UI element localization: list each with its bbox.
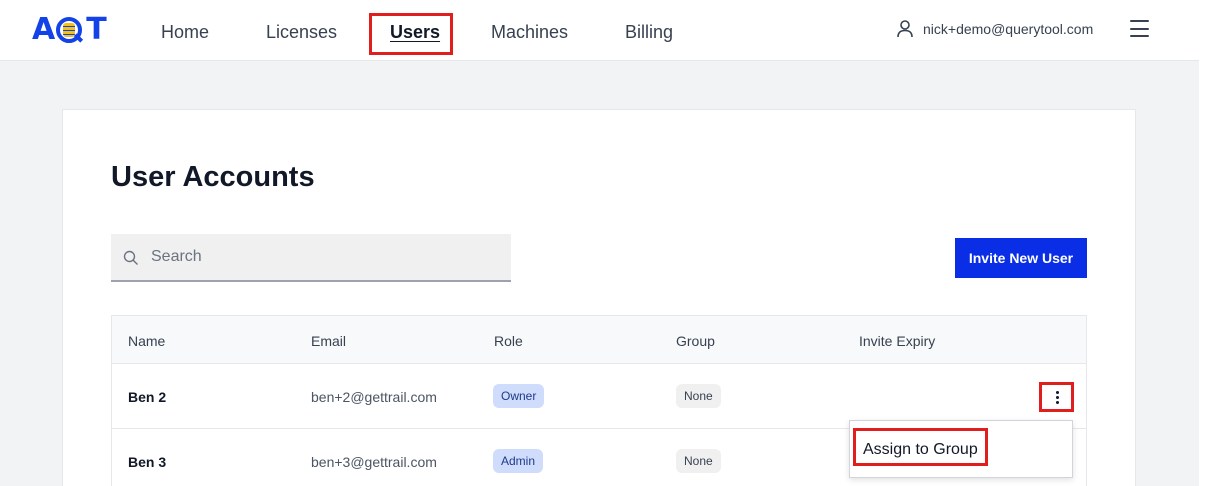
user-icon <box>897 20 913 38</box>
kebab-button-highlight <box>1039 382 1074 412</box>
logo-letter-t: T <box>86 12 106 47</box>
nav-link-machines[interactable]: Machines <box>491 22 568 43</box>
aqt-logo[interactable]: A T <box>32 12 107 47</box>
nav-link-home[interactable]: Home <box>161 22 209 43</box>
role-badge: Owner <box>493 384 545 408</box>
logo-database-icon <box>55 14 85 46</box>
invite-new-user-button[interactable]: Invite New User <box>955 238 1087 278</box>
user-email: ben+3@gettrail.com <box>311 454 437 470</box>
column-header-role[interactable]: Role <box>494 333 523 349</box>
nav-link-licenses[interactable]: Licenses <box>266 22 337 43</box>
role-badge: Admin <box>493 449 544 473</box>
current-user-email[interactable]: nick+demo@querytool.com <box>923 21 1093 37</box>
nav-link-billing[interactable]: Billing <box>625 22 673 43</box>
user-name: Ben 2 <box>128 389 167 405</box>
user-name: Ben 3 <box>128 454 167 470</box>
page-title: User Accounts <box>111 161 315 193</box>
search-icon <box>123 250 138 265</box>
group-badge: None <box>676 449 721 473</box>
column-header-group[interactable]: Group <box>676 333 715 349</box>
top-navbar: A T Home Licenses Users Machines Billing… <box>0 0 1199 61</box>
hamburger-menu-icon[interactable] <box>1130 20 1149 37</box>
column-header-invite-expiry[interactable]: Invite Expiry <box>859 333 935 349</box>
group-badge: None <box>676 384 721 408</box>
column-header-email[interactable]: Email <box>311 333 346 349</box>
assign-to-group-highlight <box>853 428 988 466</box>
table-header: Name Email Role Group Invite Expiry <box>112 316 1086 364</box>
users-tab-highlight <box>369 13 453 55</box>
column-header-name[interactable]: Name <box>128 333 165 349</box>
page-scrollbar[interactable] <box>1199 0 1213 486</box>
search-box[interactable] <box>111 234 511 282</box>
user-email: ben+2@gettrail.com <box>311 389 437 405</box>
logo-letter-a: A <box>32 12 55 47</box>
search-input[interactable] <box>151 234 501 280</box>
